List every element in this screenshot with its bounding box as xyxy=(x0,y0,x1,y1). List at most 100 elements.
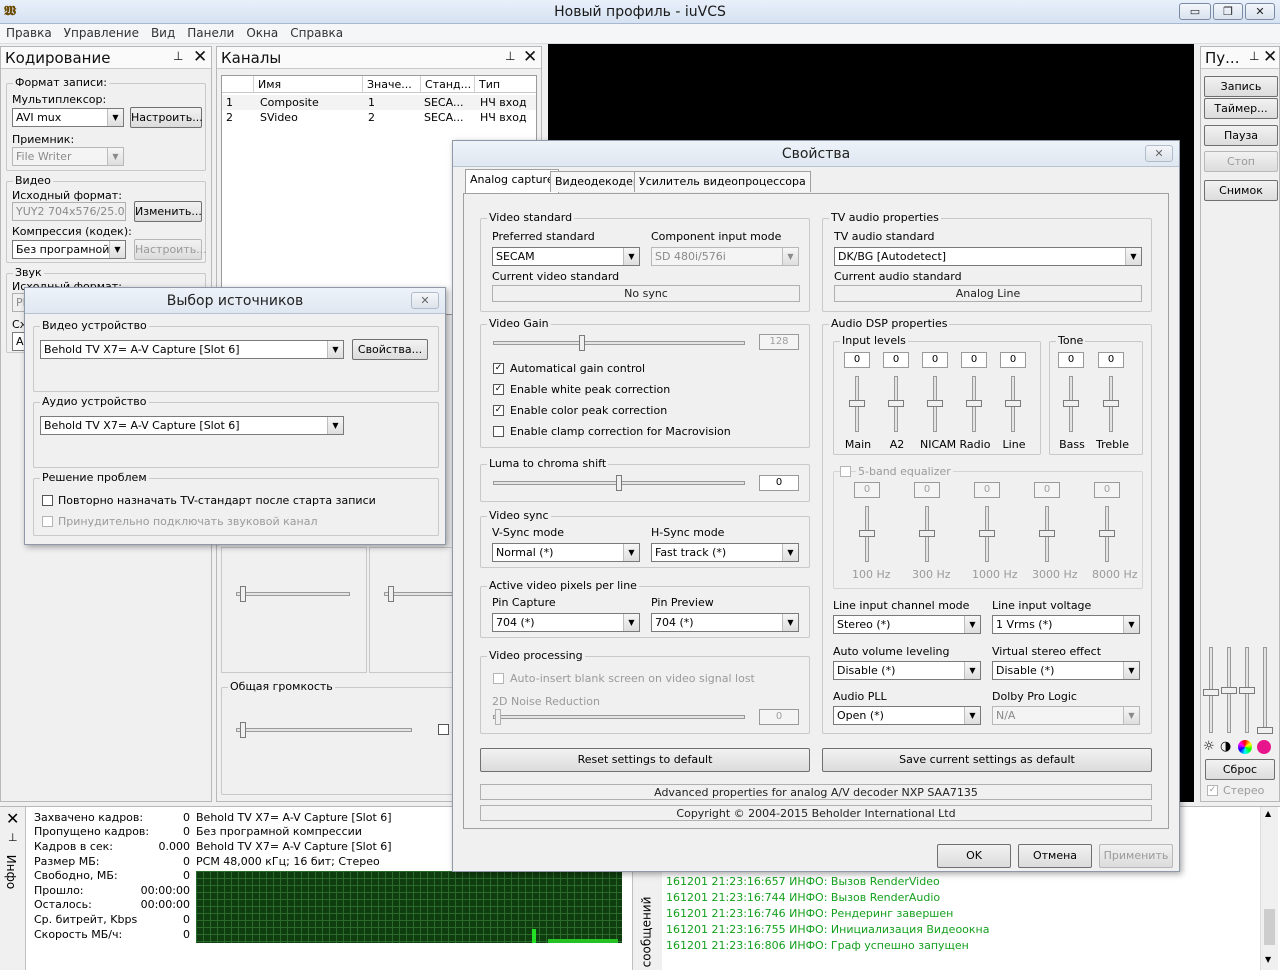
close-icon[interactable]: ✕ xyxy=(523,47,537,67)
color-peak-checkbox[interactable]: ✓ xyxy=(493,405,504,416)
scroll-down-icon[interactable]: ▼ xyxy=(1265,955,1271,964)
line-channel-mode-combo[interactable]: Stereo (*) ▼ xyxy=(833,615,981,634)
snapshot-button[interactable]: Снимок xyxy=(1204,180,1278,201)
messages-tab[interactable]: сообщений xyxy=(639,897,653,968)
brightness-thumb[interactable] xyxy=(1203,689,1219,696)
fader-thumb[interactable] xyxy=(888,400,904,407)
noise-reduction-track[interactable] xyxy=(493,715,745,719)
close-icon[interactable]: ✕ xyxy=(193,47,207,67)
virtual-stereo-combo[interactable]: Disable (*) ▼ xyxy=(992,661,1140,680)
restore-button[interactable]: ❐ xyxy=(1213,3,1243,20)
video-properties-button[interactable]: Свойства... xyxy=(352,339,428,360)
pin-icon[interactable]: ⊥ xyxy=(1249,49,1259,63)
codec-combo[interactable]: Без програмной к ▼ xyxy=(12,240,126,259)
fader-thumb[interactable] xyxy=(979,530,995,537)
pin-preview-combo[interactable]: 704 (*) ▼ xyxy=(651,613,799,632)
fader-thumb[interactable] xyxy=(849,400,865,407)
blank-screen-checkbox[interactable] xyxy=(493,673,504,684)
pin-icon[interactable]: ⊥ xyxy=(8,831,18,844)
codec-config-button[interactable]: Настроить... xyxy=(134,239,207,260)
stereo-checkbox[interactable]: ✓ xyxy=(1207,785,1218,796)
pin-icon[interactable]: ⊥ xyxy=(173,49,183,63)
menu-control[interactable]: Управление xyxy=(58,24,145,42)
hsync-mode-combo[interactable]: Fast track (*) ▼ xyxy=(651,543,799,562)
menu-view[interactable]: Вид xyxy=(145,24,181,42)
reset-settings-button[interactable]: Reset settings to default xyxy=(480,748,810,772)
volume-thumb[interactable] xyxy=(240,722,246,738)
change-button[interactable]: Изменить... xyxy=(134,201,202,222)
table-row[interactable]: 1 Composite 1 SECA... НЧ вход xyxy=(222,95,536,110)
fader-thumb[interactable] xyxy=(927,400,943,407)
dialog-close-button[interactable]: ✕ xyxy=(1145,145,1173,162)
vsync-mode-combo[interactable]: Normal (*) ▼ xyxy=(492,543,640,562)
ok-button[interactable]: OK xyxy=(937,844,1011,868)
fader-thumb[interactable] xyxy=(1063,400,1079,407)
column-header-value[interactable]: Значе... xyxy=(362,76,416,93)
column-header-type[interactable]: Тип xyxy=(474,76,504,93)
tab-analog-capture[interactable]: Analog capture xyxy=(465,169,559,193)
tab-video-amplifier[interactable]: Усилитель видеопроцессора xyxy=(634,171,811,192)
hue-thumb[interactable] xyxy=(1257,727,1273,734)
column-header-name[interactable]: Имя xyxy=(258,78,281,91)
mux-combo[interactable]: AVI mux ▼ xyxy=(12,108,124,127)
fader-thumb[interactable] xyxy=(1099,530,1115,537)
reassign-tv-standard-checkbox[interactable] xyxy=(42,495,53,506)
timer-button[interactable]: Таймер... xyxy=(1204,98,1278,119)
fader-thumb[interactable] xyxy=(919,530,935,537)
slider-track[interactable] xyxy=(236,592,350,596)
stop-button[interactable]: Стоп xyxy=(1204,151,1278,172)
table-row[interactable]: 2 SVideo 2 SECA... НЧ вход xyxy=(222,110,536,125)
auto-volume-combo[interactable]: Disable (*) ▼ xyxy=(833,661,981,680)
pause-button[interactable]: Пауза xyxy=(1204,125,1278,146)
clamp-checkbox[interactable] xyxy=(493,426,504,437)
log-scrollbar[interactable]: ▲ ▼ xyxy=(1260,807,1278,970)
receiver-combo[interactable]: File Writer ▼ xyxy=(12,147,124,166)
fader-thumb[interactable] xyxy=(1039,530,1055,537)
noise-reduction-thumb[interactable] xyxy=(495,709,501,725)
fader-thumb[interactable] xyxy=(966,400,982,407)
close-icon[interactable]: ✕ xyxy=(6,809,19,828)
contrast-thumb[interactable] xyxy=(1221,687,1237,694)
fader-thumb[interactable] xyxy=(859,530,875,537)
pin-capture-combo[interactable]: 704 (*) ▼ xyxy=(492,613,640,632)
hue-track[interactable] xyxy=(1263,647,1267,733)
saturation-thumb[interactable] xyxy=(1239,687,1255,694)
dolby-combo[interactable]: N/A ▼ xyxy=(992,706,1140,725)
scroll-thumb[interactable] xyxy=(1264,909,1275,945)
reset-button[interactable]: Сброс xyxy=(1205,759,1275,780)
video-device-combo[interactable]: Behold TV X7= A-V Capture [Slot 6] ▼ xyxy=(40,340,344,359)
slider-track[interactable] xyxy=(384,592,454,596)
white-peak-checkbox[interactable]: ✓ xyxy=(493,384,504,395)
menu-help[interactable]: Справка xyxy=(284,24,349,42)
mute-checkbox[interactable] xyxy=(438,724,449,735)
record-button[interactable]: Запись xyxy=(1204,76,1278,97)
gain-thumb[interactable] xyxy=(579,335,586,351)
gain-track[interactable] xyxy=(493,341,745,345)
minimize-button[interactable]: ▭ xyxy=(1179,3,1211,20)
preferred-standard-combo[interactable]: SECAM ▼ xyxy=(492,247,640,266)
tab-video-decoder[interactable]: Видеодекодер xyxy=(550,171,645,192)
info-tab[interactable]: Инфо xyxy=(4,855,18,889)
mux-config-button[interactable]: Настроить... xyxy=(130,107,203,128)
force-audio-checkbox[interactable] xyxy=(42,516,53,527)
apply-button[interactable]: Применить xyxy=(1099,844,1173,868)
component-mode-combo[interactable]: SD 480i/576i ▼ xyxy=(651,247,799,266)
slider-thumb[interactable] xyxy=(240,586,246,602)
audio-pll-combo[interactable]: Open (*) ▼ xyxy=(833,706,981,725)
fader-thumb[interactable] xyxy=(1005,400,1021,407)
equalizer-checkbox[interactable] xyxy=(840,466,851,477)
pin-icon[interactable]: ⊥ xyxy=(505,49,515,63)
fader-thumb[interactable] xyxy=(1103,400,1119,407)
menu-edit[interactable]: Правка xyxy=(0,24,58,42)
agc-checkbox[interactable]: ✓ xyxy=(493,363,504,374)
audio-device-combo[interactable]: Behold TV X7= A-V Capture [Slot 6] ▼ xyxy=(40,416,344,435)
menu-panels[interactable]: Панели xyxy=(181,24,240,42)
close-icon[interactable]: ✕ xyxy=(1263,47,1277,67)
luma-thumb[interactable] xyxy=(616,475,622,491)
tv-audio-standard-combo[interactable]: DK/BG [Autodetect] ▼ xyxy=(834,247,1142,266)
volume-track[interactable] xyxy=(236,728,412,732)
cancel-button[interactable]: Отмена xyxy=(1018,844,1092,868)
close-button[interactable]: ✕ xyxy=(1245,3,1275,20)
scroll-up-icon[interactable]: ▲ xyxy=(1265,809,1271,818)
menu-windows[interactable]: Окна xyxy=(240,24,284,42)
